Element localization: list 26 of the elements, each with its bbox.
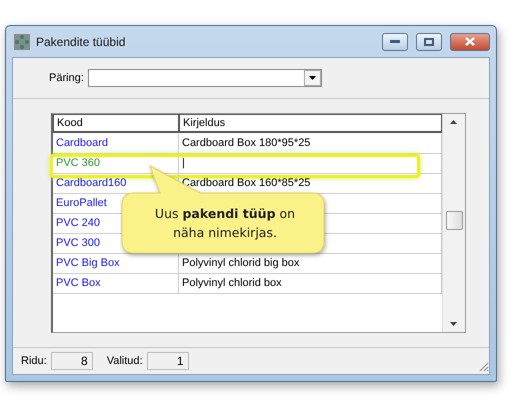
resize-grip-icon[interactable] xyxy=(478,361,489,372)
code-cell: Cardboard xyxy=(53,134,179,154)
status-label: Ridu: xyxy=(21,355,47,367)
code-cell: PVC Box xyxy=(53,274,179,294)
maximize-icon xyxy=(424,38,434,46)
close-button[interactable] xyxy=(450,32,490,50)
status-value: 8 xyxy=(50,352,93,370)
query-label: Päring: xyxy=(49,72,84,84)
caret-icon xyxy=(308,76,316,80)
description-cell: Polyvinyl chlorid box xyxy=(179,274,442,294)
minimize-button[interactable] xyxy=(382,32,408,50)
description-cell: Cardboard Box 180*95*25 xyxy=(179,134,442,154)
column-header[interactable]: Kood xyxy=(53,114,179,133)
column-header[interactable]: Kirjeldus xyxy=(179,114,442,133)
dropdown-button[interactable] xyxy=(304,70,321,86)
scrollbar[interactable] xyxy=(442,114,465,332)
scroll-down-icon[interactable] xyxy=(450,322,457,326)
scroll-thumb[interactable] xyxy=(446,211,463,230)
status-label: Valitud: xyxy=(106,355,143,367)
scroll-up-icon[interactable] xyxy=(450,120,457,124)
close-icon xyxy=(465,37,475,46)
app-icon xyxy=(14,34,30,50)
window-title: Pakendite tüübid xyxy=(36,34,126,48)
status-value: 1 xyxy=(146,352,189,370)
maximize-button[interactable] xyxy=(416,32,442,50)
minimize-icon xyxy=(390,40,400,44)
